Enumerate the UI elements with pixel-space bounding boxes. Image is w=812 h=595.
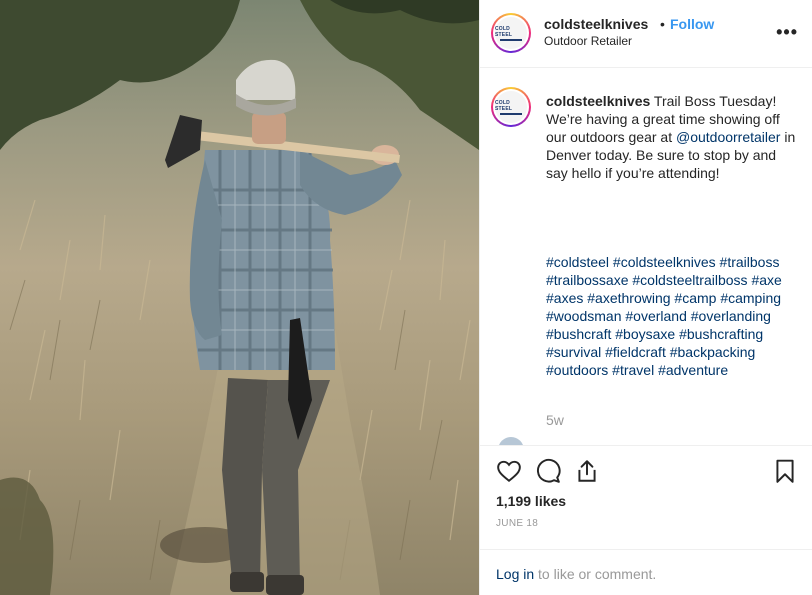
action-bar: 1,199 likes JUNE 18 Log in to like or co… — [480, 445, 812, 595]
likes-count[interactable]: 1,199 likes — [496, 493, 566, 509]
login-prompt: Log in to like or comment. — [480, 549, 812, 595]
post-date[interactable]: JUNE 18 — [496, 518, 538, 529]
comments-section[interactable]: COLD STEEL coldsteelknives Trail Boss Tu… — [480, 69, 812, 445]
caption-username[interactable]: coldsteelknives — [546, 93, 650, 109]
post-detail-panel: COLD STEEL coldsteelknives • Follow Outd… — [479, 0, 812, 595]
follow-button[interactable]: Follow — [670, 16, 714, 32]
comment-icon[interactable] — [535, 458, 561, 484]
header-username[interactable]: coldsteelknives — [544, 16, 648, 32]
brand-logo-icon: COLD STEEL — [495, 91, 527, 123]
login-prompt-text: to like or comment. — [534, 566, 657, 582]
hashtag-list[interactable]: #coldsteel #coldsteelknives #trailboss #… — [546, 253, 796, 379]
share-icon[interactable] — [574, 458, 600, 484]
login-link[interactable]: Log in — [496, 566, 534, 582]
brand-logo-icon: COLD STEEL — [495, 17, 527, 49]
location-link[interactable]: Outdoor Retailer — [544, 34, 632, 48]
heart-icon[interactable] — [496, 458, 522, 484]
post-photo-illustration — [0, 0, 479, 595]
post-caption: coldsteelknives Trail Boss Tuesday! We’r… — [546, 92, 796, 182]
mention-link[interactable]: @outdoorretailer — [676, 129, 781, 145]
comment-avatar[interactable] — [498, 437, 524, 445]
post-age[interactable]: 5w — [546, 412, 564, 428]
more-options-icon[interactable]: ••• — [776, 22, 798, 43]
bookmark-icon[interactable] — [772, 458, 798, 484]
post-header: COLD STEEL coldsteelknives • Follow Outd… — [480, 0, 812, 68]
caption-avatar[interactable]: COLD STEEL — [491, 87, 531, 127]
post-photo[interactable] — [0, 0, 479, 595]
separator-dot: • — [660, 16, 665, 32]
avatar[interactable]: COLD STEEL — [491, 13, 531, 53]
